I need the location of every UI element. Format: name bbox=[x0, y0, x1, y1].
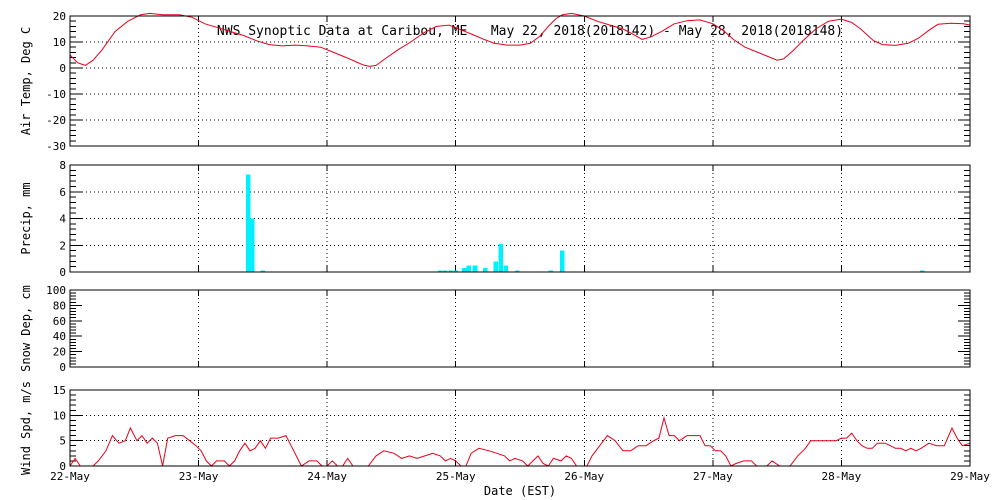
air-temp-y-tick-label: 20 bbox=[53, 10, 66, 23]
precip-y-axis-label: Precip, mm bbox=[19, 182, 33, 254]
precip-panel: 0 2 4 6 8 Precip, mm bbox=[19, 159, 971, 279]
air-temp-y-tick-label: -10 bbox=[46, 88, 66, 101]
synoptic-chart-figure: NWS Synoptic Data at Caribou, ME May 22,… bbox=[19, 10, 990, 498]
x-tick-label: 24-May bbox=[307, 470, 347, 483]
precip-bar bbox=[249, 218, 255, 272]
precip-y-tick-label: 8 bbox=[59, 159, 66, 172]
precip-y-tick-label: 0 bbox=[59, 266, 66, 279]
x-tick-label: 27-May bbox=[693, 470, 733, 483]
precip-y-tick-label: 6 bbox=[59, 186, 66, 199]
precip-bar bbox=[503, 265, 509, 272]
x-axis-title: Date (EST) bbox=[484, 484, 556, 498]
wind-speed-series-line bbox=[69, 415, 971, 467]
x-tick-label: 28-May bbox=[822, 470, 862, 483]
wind-speed-y-axis-label: Wind Spd, m/s bbox=[19, 381, 33, 475]
wind-speed-panel: 051015Wind Spd, m/s bbox=[19, 381, 971, 475]
x-tick-label: 22-May bbox=[50, 470, 90, 483]
air-temp-y-axis-label: Air Temp, Deg C bbox=[19, 27, 33, 135]
x-tick-label: 25-May bbox=[436, 470, 476, 483]
snow-depth-panel: 0 20 40 60 80 100 Snow Dep, cm bbox=[19, 284, 971, 374]
chart-panels: -30 -20 -10 0 10 20 Air Temp, Deg C 0 2 4 6 8 Precip… bbox=[19, 10, 990, 483]
wind-speed-y-tick-label: 15 bbox=[53, 384, 66, 397]
precip-bar bbox=[560, 250, 565, 272]
precip-bar bbox=[461, 267, 467, 272]
precip-y-tick-label: 2 bbox=[59, 239, 66, 252]
air-temp-y-tick-label: -20 bbox=[46, 114, 66, 127]
air-temp-series-line bbox=[69, 12, 971, 67]
precip-bar bbox=[466, 265, 471, 272]
snow-depth-y-tick-label: 60 bbox=[53, 315, 66, 328]
precip-bar bbox=[482, 267, 488, 272]
snow-depth-y-tick-label: 0 bbox=[59, 361, 66, 374]
wind-speed-y-tick-label: 5 bbox=[59, 435, 66, 448]
chart-title: NWS Synoptic Data at Caribou, ME May 22,… bbox=[217, 24, 843, 39]
snow-depth-y-tick-label: 40 bbox=[53, 330, 66, 343]
precip-bar bbox=[493, 261, 498, 272]
x-tick-label: 29-May bbox=[950, 470, 990, 483]
snow-depth-y-tick-label: 80 bbox=[53, 299, 66, 312]
x-tick-label: 26-May bbox=[564, 470, 604, 483]
precip-y-tick-label: 4 bbox=[59, 213, 66, 226]
air-temp-y-tick-label: 10 bbox=[53, 36, 66, 49]
precip-bar bbox=[498, 243, 504, 272]
air-temp-y-tick-label: -30 bbox=[46, 140, 66, 153]
snow-depth-frame bbox=[69, 289, 971, 368]
precip-bar bbox=[472, 265, 478, 272]
precip-bar bbox=[245, 174, 251, 272]
x-tick-label: 23-May bbox=[179, 470, 219, 483]
air-temp-y-tick-label: 0 bbox=[59, 62, 66, 75]
snow-depth-y-axis-label: Snow Dep, cm bbox=[19, 285, 33, 372]
wind-speed-frame bbox=[69, 389, 971, 467]
wind-speed-y-tick-label: 10 bbox=[53, 409, 66, 422]
snow-depth-y-tick-label: 20 bbox=[53, 346, 66, 359]
snow-depth-y-tick-label: 100 bbox=[46, 284, 66, 297]
